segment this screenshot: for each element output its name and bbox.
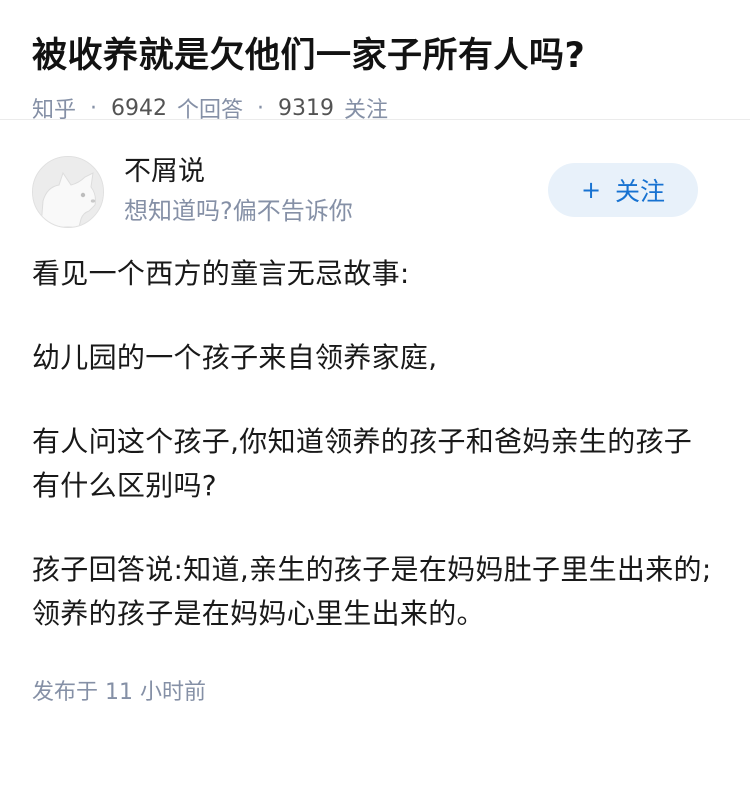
author-row: 不屑说 想知道吗?偏不告诉你 + 关注 bbox=[32, 120, 718, 240]
question-header: 被收养就是欠他们一家子所有人吗? 知乎 · 6942 个回答 · 9319 关注 bbox=[0, 0, 750, 123]
answer-content: 看见一个西方的童言无忌故事: 幼儿园的一个孩子来自领养家庭, 有人问这个孩子,你… bbox=[32, 252, 718, 636]
publish-label: 发布于 bbox=[32, 680, 99, 705]
answer-card: 不屑说 想知道吗?偏不告诉你 + 关注 看见一个西方的童言无忌故事: 幼儿园的一… bbox=[0, 120, 750, 706]
author-name[interactable]: 不屑说 bbox=[124, 154, 205, 190]
plus-icon: + bbox=[580, 176, 602, 204]
author-bio: 想知道吗?偏不告诉你 bbox=[124, 197, 353, 225]
publish-time-value: 11 小时前 bbox=[105, 680, 207, 705]
answer-count: 6942 bbox=[111, 95, 168, 121]
separator-dot: · bbox=[257, 95, 265, 121]
answer-paragraph: 看见一个西方的童言无忌故事: bbox=[32, 257, 410, 290]
answer-paragraph: 幼儿园的一个孩子来自领养家庭, bbox=[32, 341, 438, 374]
follow-count: 9319 bbox=[278, 95, 335, 121]
separator-dot: · bbox=[90, 95, 98, 121]
follow-button-label: 关注 bbox=[615, 177, 666, 206]
dog-avatar-icon[interactable] bbox=[32, 156, 104, 228]
answer-paragraph: 孩子回答说:知道,亲生的孩子是在妈妈肚子里生出来的;领养的孩子是在妈妈心里生出来… bbox=[32, 553, 712, 630]
publish-time: 发布于 11 小时前 bbox=[32, 674, 718, 706]
question-title[interactable]: 被收养就是欠他们一家子所有人吗? bbox=[32, 30, 718, 82]
follow-button[interactable]: + 关注 bbox=[548, 163, 698, 217]
answer-paragraph: 有人问这个孩子,你知道领养的孩子和爸妈亲生的孩子有什么区别吗? bbox=[32, 425, 693, 502]
